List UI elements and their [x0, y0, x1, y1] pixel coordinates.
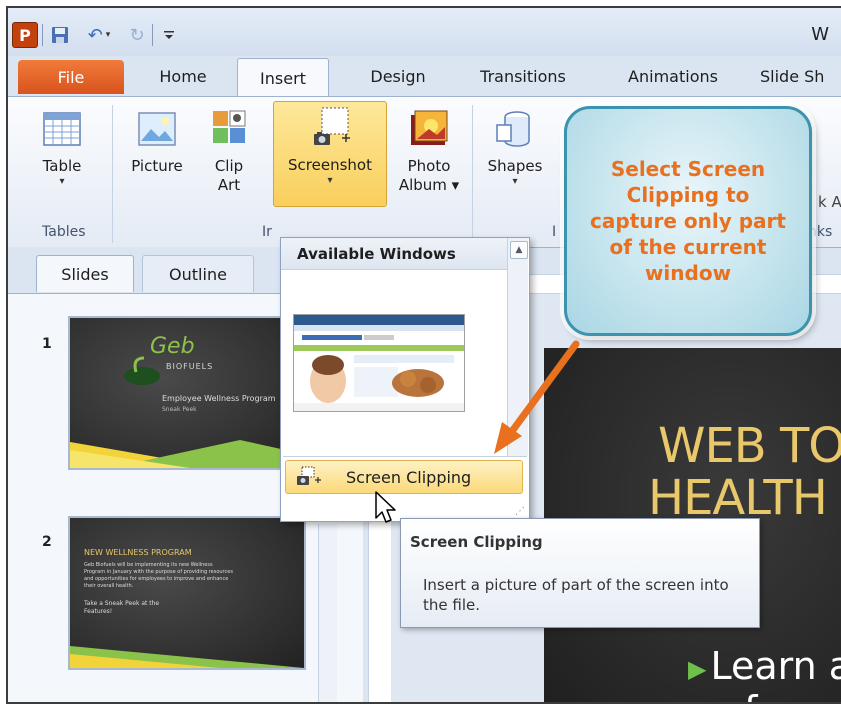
slide1-subtitle: Employee Wellness Program	[162, 394, 276, 403]
chevron-down-icon: ▾	[59, 176, 65, 187]
slide-bullet: ▶ Learn a	[688, 644, 841, 688]
scroll-up-icon[interactable]: ▲	[510, 241, 528, 259]
screenshot-label: Screenshot	[288, 156, 372, 174]
slide1-sub2: Sneak Peek	[162, 406, 197, 413]
screen-clipping-label: Screen Clipping	[346, 467, 472, 487]
available-window-thumbnail[interactable]	[293, 314, 465, 412]
group-label-tables: Tables	[42, 224, 86, 240]
shapes-icon	[496, 111, 530, 147]
quick-access-separator	[42, 24, 43, 46]
title-bar: P ↶ ▾ ↻ W	[8, 8, 841, 56]
powerpoint-window: P ↶ ▾ ↻ W File Home Insert Design Transit…	[6, 6, 841, 704]
table-label: Table	[42, 157, 82, 175]
bullet-arrow-icon: ▶	[688, 654, 707, 683]
group-label-illustrations: I	[552, 224, 557, 240]
window-title: W	[811, 24, 829, 45]
vertical-ruler	[368, 498, 391, 702]
mouse-cursor-icon	[375, 491, 396, 523]
chevron-down-icon: ▾	[512, 176, 518, 187]
shapes-button[interactable]: Shapes ▾	[480, 103, 550, 188]
redo-icon[interactable]: ↻	[124, 22, 150, 48]
slide-bullet-continuation: f	[744, 688, 757, 702]
dropdown-separator	[283, 456, 527, 457]
photo-album-label: Photo Album ▾	[398, 157, 460, 194]
slide-title-line-1: WEB TO	[658, 418, 841, 474]
table-icon	[43, 112, 81, 146]
clip-art-label: Clip Art	[214, 157, 244, 194]
table-button[interactable]: Table ▾	[32, 103, 92, 188]
powerpoint-app-icon[interactable]: P	[12, 22, 38, 48]
tooltip-title: Screen Clipping	[410, 533, 543, 551]
tab-slide-show[interactable]: Slide Sh	[760, 58, 841, 94]
screen-clipping-tooltip: Screen Clipping Insert a picture of part…	[400, 518, 760, 628]
screen-clipping-icon	[297, 466, 321, 485]
photo-album-icon	[411, 110, 448, 145]
chevron-down-icon: ▾	[327, 175, 333, 186]
slide2-footer-graphic	[70, 646, 304, 668]
picture-button[interactable]: Picture	[124, 103, 190, 176]
resize-grip-icon[interactable]: ⋰	[515, 506, 525, 517]
tab-design[interactable]: Design	[348, 58, 448, 94]
screenshot-button[interactable]: Screenshot ▾	[273, 101, 387, 207]
group-label-images: Ir	[262, 224, 272, 240]
tab-animations[interactable]: Animations	[608, 58, 738, 94]
partial-ribbon-label: k A	[818, 193, 841, 211]
clip-art-button[interactable]: Clip Art	[206, 103, 252, 195]
group-separator	[112, 105, 113, 243]
screenshot-dropdown: Available Windows ▲ Screen Clipping ⋰	[280, 237, 530, 522]
tab-insert[interactable]: Insert	[237, 58, 329, 97]
tab-slides[interactable]: Slides	[36, 255, 134, 292]
clip-art-icon	[213, 110, 246, 143]
group-separator	[472, 105, 473, 243]
tooltip-description: Insert a picture of part of the screen i…	[423, 576, 729, 614]
slide1-footer-graphic	[70, 440, 304, 468]
shapes-label: Shapes	[487, 157, 543, 175]
customize-quick-access-icon[interactable]	[158, 22, 180, 48]
slide-number: 1	[42, 336, 52, 352]
tab-transitions[interactable]: Transitions	[468, 58, 578, 94]
photo-album-button[interactable]: Photo Album ▾	[390, 103, 468, 195]
leaf-icon	[124, 356, 160, 385]
undo-icon[interactable]: ↶ ▾	[82, 22, 116, 48]
tab-file[interactable]: File	[18, 60, 124, 94]
screen-clipping-menu-item[interactable]: Screen Clipping	[285, 460, 523, 494]
save-icon[interactable]	[48, 22, 72, 48]
slide1-logo-sub: BIOFUELS	[166, 362, 214, 371]
slide2-body: Geb Biofuels will be implementing its ne…	[84, 562, 233, 589]
slides-panel-scrollbar[interactable]	[318, 524, 337, 702]
quick-access-separator	[152, 24, 153, 46]
tab-home[interactable]: Home	[138, 58, 228, 94]
slide-thumbnail-1[interactable]: Geb BIOFUELS Employee Wellness Program S…	[68, 316, 306, 470]
slide-thumbnail-2[interactable]: NEW WELLNESS PROGRAM Geb Biofuels will b…	[68, 516, 306, 670]
screenshot-icon	[314, 107, 350, 145]
picture-label: Picture	[131, 157, 183, 175]
ribbon-tabs: File Home Insert Design Transitions Anim…	[8, 56, 841, 97]
picture-icon	[138, 112, 176, 146]
slide2-title: NEW WELLNESS PROGRAM	[84, 548, 192, 557]
slide-number: 2	[42, 534, 52, 550]
slide2-body2: Take a Sneak Peek at the Features!	[84, 600, 160, 615]
available-windows-header: Available Windows	[281, 238, 507, 270]
instruction-callout: Select Screen Clipping to capture only p…	[564, 106, 812, 336]
callout-text: Select Screen Clipping to capture only p…	[590, 157, 786, 285]
dropdown-scrollbar[interactable]: ▲	[507, 238, 528, 456]
tab-outline[interactable]: Outline	[142, 255, 254, 292]
